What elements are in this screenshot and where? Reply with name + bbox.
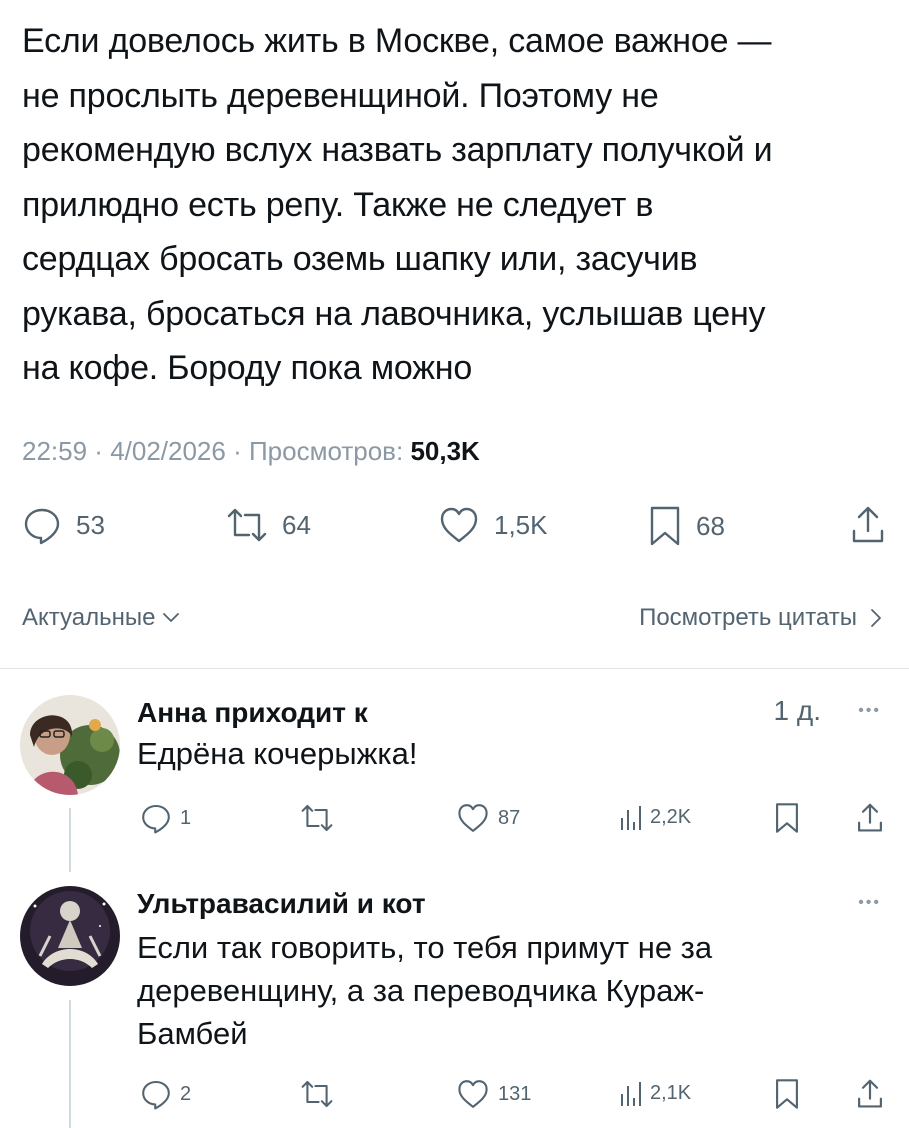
- tweet-text-line: прилюдно есть репу. Также не следует в: [22, 185, 654, 224]
- views-button[interactable]: 2,1K: [618, 1078, 691, 1108]
- tweet-meta: 22:59 · 4/02/2026 · Просмотров: 50,3K: [22, 436, 480, 466]
- views-count: 2,1K: [650, 1081, 692, 1104]
- reply-action-bar: 1 87 2,2K: [0, 802, 909, 836]
- like-count: 87: [498, 806, 521, 829]
- like-button[interactable]: 1,5K: [438, 505, 548, 545]
- sort-label: Актуальные: [22, 604, 156, 631]
- repost-button[interactable]: [300, 802, 334, 834]
- share-button[interactable]: [856, 1078, 884, 1110]
- like-button[interactable]: 131: [456, 1078, 531, 1110]
- tweet-text: Если довелось жить в Москве, самое важно…: [22, 14, 892, 396]
- avatar-image: [20, 695, 120, 795]
- share-button[interactable]: [856, 802, 884, 834]
- tweet-action-bar: 53 64 1,5K 68: [0, 505, 909, 549]
- reply-text-line: Бамбей: [137, 1016, 248, 1051]
- heart-icon: [458, 804, 488, 832]
- avatar-image: [20, 886, 120, 986]
- reply-icon: [24, 508, 60, 545]
- tweet-date[interactable]: 4/02/2026: [110, 436, 226, 466]
- bookmark-button[interactable]: [774, 1078, 800, 1110]
- share-icon: [852, 506, 884, 543]
- divider: [0, 668, 909, 669]
- heart-icon: [440, 507, 478, 543]
- tweet-text-line: рукава, бросаться на лавочника, услышав …: [22, 294, 766, 333]
- reply-text: Едрёна кочерыжка!: [137, 732, 417, 775]
- reply-icon: [142, 1080, 170, 1110]
- share-icon: [858, 1079, 882, 1108]
- reply-count: 53: [76, 509, 105, 540]
- reply-text-line: Если так говорить, то тебя примут не за: [137, 930, 713, 965]
- like-button[interactable]: 87: [456, 802, 520, 834]
- avatar[interactable]: [20, 695, 120, 795]
- tweet-text-line: сердцах бросать оземь шапку или, засучив: [22, 240, 698, 278]
- share-icon: [858, 803, 882, 832]
- reply-button[interactable]: 1: [140, 802, 191, 834]
- repost-button[interactable]: [300, 1078, 334, 1110]
- like-count: 131: [498, 1082, 532, 1105]
- reply-count: 1: [180, 806, 192, 829]
- sort-dropdown[interactable]: Актуальные: [22, 604, 181, 632]
- more-options-icon[interactable]: •••: [858, 894, 881, 912]
- reply-action-bar: 2 131 2,1K: [0, 1078, 909, 1112]
- repost-icon: [301, 1080, 333, 1108]
- repost-icon: [227, 508, 267, 542]
- reply-text: Если так говорить, то тебя примут не за …: [137, 926, 712, 1055]
- bookmark-button[interactable]: [774, 802, 800, 834]
- chevron-right-icon: [871, 609, 881, 627]
- avatar[interactable]: [20, 886, 120, 986]
- views-count: 50,3K: [410, 436, 480, 466]
- bookmark-count: 68: [696, 510, 725, 541]
- reply-author-name[interactable]: Анна приходит к: [137, 697, 368, 729]
- tweet-text-line: рекомендую вслух назвать зарплату получк…: [22, 131, 773, 169]
- reply-text-line: деревенщину, а за переводчика Кураж-: [137, 973, 705, 1008]
- reply-text-line: Едрёна кочерыжка!: [137, 736, 418, 771]
- reply-button[interactable]: 53: [22, 505, 105, 545]
- repost-icon: [301, 804, 333, 832]
- views-label: Просмотров:: [248, 436, 404, 466]
- bookmark-icon: [776, 1079, 798, 1109]
- tweet-text-line: на кофе. Бороду пока можно: [22, 349, 473, 387]
- heart-icon: [458, 1080, 488, 1108]
- view-quotes-label: Посмотреть цитаты: [639, 604, 857, 631]
- tweet-text-line: не прослыть деревенщиной. Поэтому не: [22, 76, 659, 115]
- replies-filter-bar: Актуальные Посмотреть цитаты: [22, 604, 887, 636]
- like-count: 1,5K: [494, 509, 548, 540]
- tweet-text-line: Если довелось жить в Москве, самое важно…: [22, 22, 772, 60]
- repost-count: 64: [282, 509, 311, 540]
- bookmark-button[interactable]: 68: [648, 505, 725, 547]
- reply-icon: [142, 804, 170, 834]
- views-button[interactable]: 2,2K: [618, 802, 691, 832]
- share-button[interactable]: [850, 505, 886, 545]
- reply-author-name[interactable]: Ультравасилий и кот: [137, 888, 426, 920]
- analytics-icon: [621, 806, 641, 830]
- more-options-icon[interactable]: •••: [858, 702, 881, 720]
- reply-time[interactable]: 1 д.: [774, 695, 821, 727]
- views-count: 2,2K: [650, 805, 692, 828]
- analytics-icon: [621, 1082, 641, 1106]
- chevron-down-icon: [163, 613, 180, 622]
- bookmark-icon: [650, 506, 680, 546]
- reply-button[interactable]: 2: [140, 1078, 191, 1110]
- tweet-time[interactable]: 22:59: [22, 436, 87, 466]
- bookmark-icon: [776, 803, 798, 833]
- repost-button[interactable]: 64: [226, 505, 311, 545]
- reply-count: 2: [180, 1082, 192, 1105]
- view-quotes-link[interactable]: Посмотреть цитаты: [639, 604, 883, 632]
